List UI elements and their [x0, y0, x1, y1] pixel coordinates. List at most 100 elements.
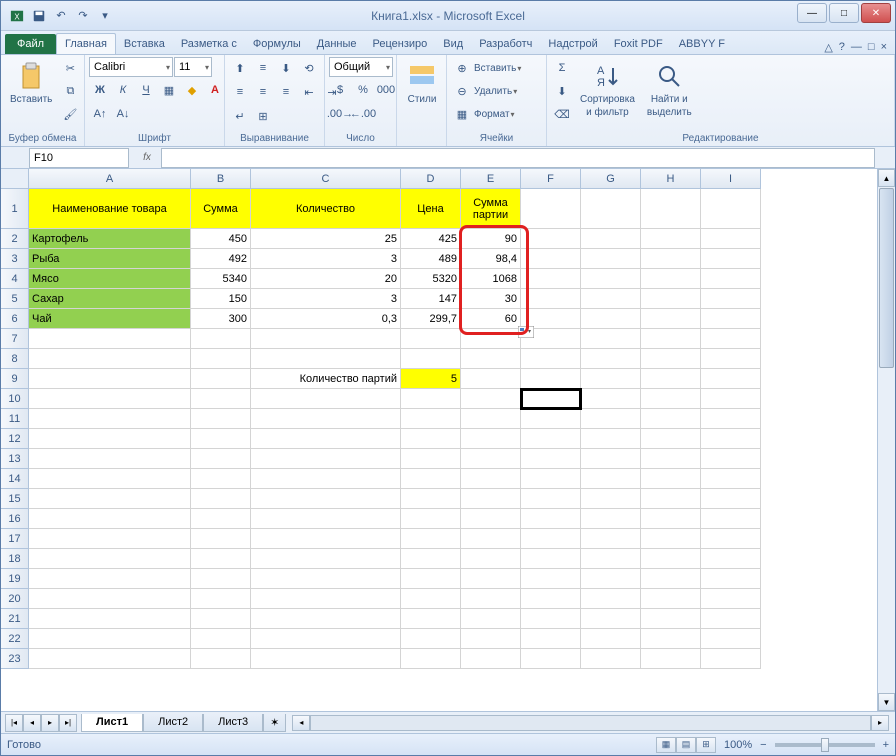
sheet-nav-next[interactable]: ▸ [41, 714, 59, 732]
col-header-F[interactable]: F [521, 169, 581, 189]
cell-B9[interactable] [191, 369, 251, 389]
row-header-1[interactable]: 1 [1, 189, 29, 229]
zoom-thumb[interactable] [821, 738, 829, 752]
row-header-16[interactable]: 16 [1, 509, 29, 529]
tab-addins[interactable]: Надстрой [540, 34, 605, 54]
cell-D9[interactable]: 5 [401, 369, 461, 389]
align-center-icon[interactable]: ≡ [252, 81, 274, 103]
styles-button[interactable]: Стили [401, 57, 443, 108]
currency-icon[interactable]: $ [329, 79, 351, 101]
cell-F4[interactable] [521, 269, 581, 289]
cell-A10[interactable] [29, 389, 191, 409]
cell-D2[interactable]: 425 [401, 229, 461, 249]
cell-I3[interactable] [701, 249, 761, 269]
col-header-I[interactable]: I [701, 169, 761, 189]
cell-H6[interactable] [641, 309, 701, 329]
cell-G6[interactable] [581, 309, 641, 329]
cell-I2[interactable] [701, 229, 761, 249]
cell-H10[interactable] [641, 389, 701, 409]
bold-button[interactable]: Ж [89, 79, 111, 101]
cell-D7[interactable] [401, 329, 461, 349]
cell-H2[interactable] [641, 229, 701, 249]
row-header-5[interactable]: 5 [1, 289, 29, 309]
tab-home[interactable]: Главная [56, 33, 116, 54]
scroll-down-button[interactable]: ▼ [878, 693, 895, 711]
row-header-19[interactable]: 19 [1, 569, 29, 589]
decrease-indent-icon[interactable]: ⇤ [298, 81, 320, 103]
cell-E7[interactable] [461, 329, 521, 349]
qat-more-icon[interactable]: ▾ [95, 6, 115, 26]
zoom-level[interactable]: 100% [724, 739, 752, 751]
excel-icon[interactable]: X [7, 6, 27, 26]
tab-data[interactable]: Данные [309, 34, 365, 54]
cell-E4[interactable]: 1068 [461, 269, 521, 289]
cell-F9[interactable] [521, 369, 581, 389]
cell-C10[interactable] [251, 389, 401, 409]
align-bottom-icon[interactable]: ⬇ [275, 57, 297, 79]
cell-C6[interactable]: 0,3 [251, 309, 401, 329]
cell-D8[interactable] [401, 349, 461, 369]
row-header-18[interactable]: 18 [1, 549, 29, 569]
align-middle-icon[interactable]: ≡ [252, 57, 274, 79]
maximize-button[interactable]: □ [829, 3, 859, 23]
row-header-6[interactable]: 6 [1, 309, 29, 329]
fill-icon[interactable]: ⬇ [551, 80, 573, 102]
scroll-up-button[interactable]: ▲ [878, 169, 895, 187]
cell-C9[interactable]: Количество партий [251, 369, 401, 389]
cell-D6[interactable]: 299,7 [401, 309, 461, 329]
cell-F1[interactable] [521, 189, 581, 229]
paste-button[interactable]: Вставить [5, 57, 57, 108]
close-button[interactable]: ✕ [861, 3, 891, 23]
horizontal-scrollbar[interactable]: ◂ ▸ [292, 715, 889, 731]
cell-C3[interactable]: 3 [251, 249, 401, 269]
cell-I6[interactable] [701, 309, 761, 329]
name-box[interactable]: F10 [29, 148, 129, 168]
cell-H1[interactable] [641, 189, 701, 229]
cell-D10[interactable] [401, 389, 461, 409]
redo-icon[interactable]: ↷ [73, 6, 93, 26]
row-header-9[interactable]: 9 [1, 369, 29, 389]
decrease-font-icon[interactable]: A↓ [112, 103, 134, 125]
cell-E3[interactable]: 98,4 [461, 249, 521, 269]
row-header-8[interactable]: 8 [1, 349, 29, 369]
col-header-E[interactable]: E [461, 169, 521, 189]
cell-H3[interactable] [641, 249, 701, 269]
cell-B2[interactable]: 450 [191, 229, 251, 249]
cell-G1[interactable] [581, 189, 641, 229]
pagebreak-view-button[interactable]: ⊞ [696, 737, 716, 753]
cell-A9[interactable] [29, 369, 191, 389]
row-header-14[interactable]: 14 [1, 469, 29, 489]
decrease-decimal-icon[interactable]: ←.00 [352, 103, 374, 125]
normal-view-button[interactable]: ▦ [656, 737, 676, 753]
scroll-left-button[interactable]: ◂ [292, 715, 310, 731]
cell-G4[interactable] [581, 269, 641, 289]
row-header-12[interactable]: 12 [1, 429, 29, 449]
minimize-ribbon-icon[interactable]: △ [824, 41, 832, 54]
cell-H7[interactable] [641, 329, 701, 349]
tab-layout[interactable]: Разметка с [173, 34, 245, 54]
row-header-10[interactable]: 10 [1, 389, 29, 409]
row-header-23[interactable]: 23 [1, 649, 29, 669]
cell-G9[interactable] [581, 369, 641, 389]
cell-A4[interactable]: Мясо [29, 269, 191, 289]
row-header-15[interactable]: 15 [1, 489, 29, 509]
cell-F8[interactable] [521, 349, 581, 369]
cell-C4[interactable]: 20 [251, 269, 401, 289]
cell-B10[interactable] [191, 389, 251, 409]
row-header-7[interactable]: 7 [1, 329, 29, 349]
row-header-22[interactable]: 22 [1, 629, 29, 649]
cell-A7[interactable] [29, 329, 191, 349]
cell-B5[interactable]: 150 [191, 289, 251, 309]
layout-view-button[interactable]: ▤ [676, 737, 696, 753]
format-painter-icon[interactable]: 🖌 [59, 103, 81, 125]
cell-B6[interactable]: 300 [191, 309, 251, 329]
minimize-button[interactable]: — [797, 3, 827, 23]
cell-E10[interactable] [461, 389, 521, 409]
cell-I9[interactable] [701, 369, 761, 389]
cell-I10[interactable] [701, 389, 761, 409]
sheet-tab-1[interactable]: Лист1 [81, 714, 143, 732]
merge-icon[interactable]: ⊞ [252, 105, 274, 127]
ribbon-window-close-icon[interactable]: × [881, 41, 887, 54]
autosum-icon[interactable]: Σ [551, 57, 573, 79]
tab-abbyy[interactable]: ABBYY F [671, 34, 733, 54]
